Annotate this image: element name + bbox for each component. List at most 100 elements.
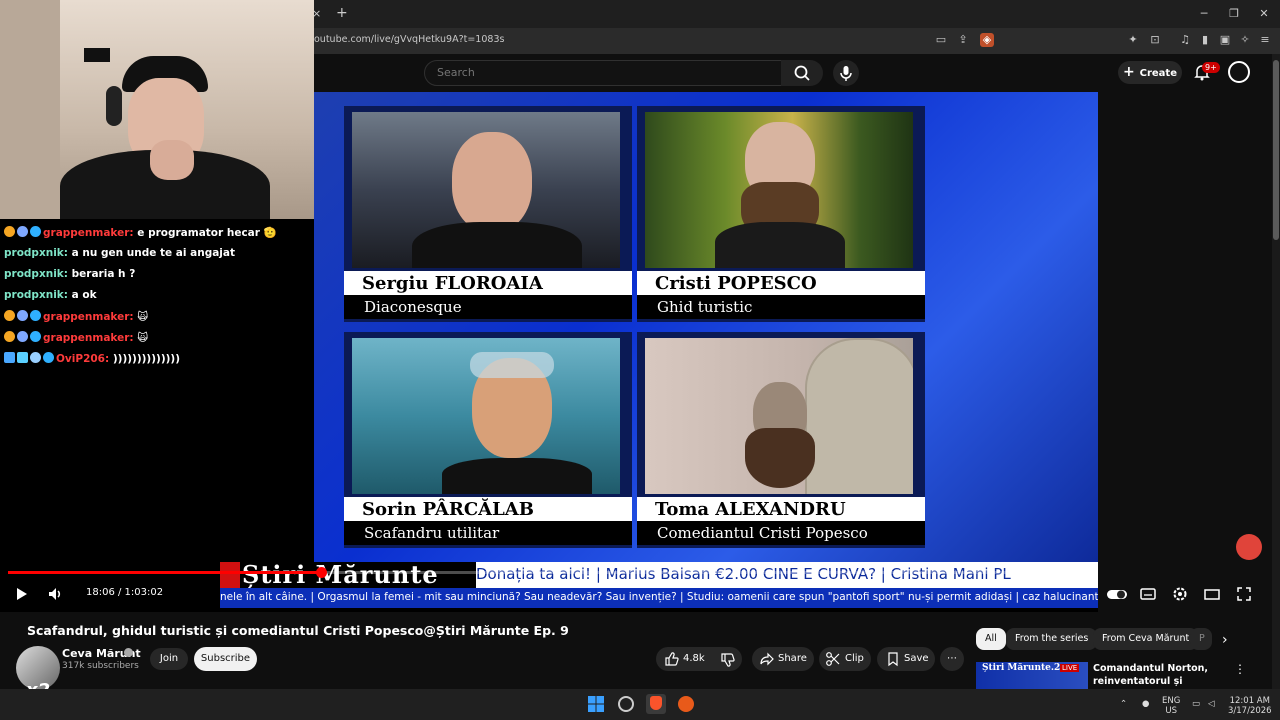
kebab-menu-icon[interactable]: ⋮: [1234, 662, 1246, 676]
search-button[interactable]: [781, 60, 823, 86]
ticker-donations-text: Donația ta aici! | Marius Baisan €2.00 C…: [476, 565, 1011, 583]
guest-name-bar-2: Cristi POPESCO: [637, 271, 925, 295]
ticker-brand-text: Știri Mărunte: [242, 562, 439, 588]
grid-badge-icon: [17, 352, 28, 363]
speaker-icon[interactable]: ◁: [1208, 699, 1215, 709]
news-ticker: Știri Mărunte Donația ta aici! | Marius …: [220, 562, 1098, 588]
chat-message-4: prodpxnik: a ok: [4, 289, 97, 301]
chat-username: prodpxnik:: [4, 247, 68, 259]
clip-button[interactable]: Clip: [819, 647, 871, 671]
more-actions-button[interactable]: ⋯: [940, 647, 964, 671]
maximize-icon[interactable]: ❐: [1226, 6, 1242, 22]
subscribe-button[interactable]: Subscribe: [194, 647, 257, 671]
share-page-icon[interactable]: ⇪: [956, 33, 970, 47]
fullscreen-button[interactable]: [1235, 585, 1253, 603]
close-window-icon[interactable]: ✕: [1256, 6, 1272, 22]
toggle-icon: [1107, 590, 1127, 599]
chat-text: 🙀: [137, 311, 149, 323]
obs-taskbar-icon[interactable]: [618, 696, 634, 712]
url-field[interactable]: outube.com/live/gVvqHetku9A?t=1083s: [314, 34, 504, 45]
overlay-logo-icon[interactable]: [1236, 534, 1262, 560]
dislike-button[interactable]: [712, 647, 742, 671]
screenshot-icon[interactable]: ⊡: [1148, 33, 1162, 47]
progress-scrubber[interactable]: [315, 567, 327, 578]
chat-username: prodpxnik:: [4, 289, 68, 301]
guest-name-bar-4: Toma ALEXANDRU: [637, 497, 925, 521]
brave-shield-icon[interactable]: ◈: [980, 33, 994, 47]
lang-code: ENG: [1162, 696, 1181, 706]
menu-icon[interactable]: ≡: [1258, 33, 1272, 47]
chip-from-series[interactable]: From the series: [1006, 628, 1098, 650]
guest-panel-3: Sorin PÂRCĂLAB Scafandru utilitar: [344, 332, 632, 548]
subtitles-button[interactable]: [1139, 585, 1157, 603]
play-button[interactable]: [12, 585, 30, 603]
chat-message-2: prodpxnik: a nu gen unde te ai angajat: [4, 247, 235, 259]
chat-message-5: grappenmaker: 🙀: [4, 310, 148, 323]
settings-button[interactable]: [1171, 585, 1189, 603]
region-code: US: [1165, 706, 1177, 716]
cast-icon[interactable]: ▭: [934, 33, 948, 47]
search-input[interactable]: [435, 65, 769, 80]
studio-background: Sergiu FLOROAIA Diaconesque Cristi POPES…: [314, 92, 1098, 562]
extensions-icon[interactable]: ✦: [1126, 33, 1140, 47]
chip-partial[interactable]: P: [1190, 628, 1212, 650]
minimize-icon[interactable]: ─: [1196, 6, 1212, 22]
video-title: Scafandrul, ghidul turistic și comediant…: [27, 623, 569, 638]
guest-role-bar-4: Comediantul Cristi Popesco: [637, 521, 925, 545]
guest-role-1: Diaconesque: [364, 298, 462, 316]
voice-search-button[interactable]: [833, 60, 859, 86]
account-avatar[interactable]: [1228, 61, 1250, 83]
thumbs-up-icon: [665, 652, 679, 666]
cube-badge-icon: [30, 331, 41, 342]
recommendation-thumbnail[interactable]: Știri Mărunte.2 LIVE: [976, 662, 1088, 690]
guest-role-2: Ghid turistic: [657, 298, 753, 316]
share-button[interactable]: Share: [752, 647, 814, 671]
sub-badge-icon: [4, 331, 15, 342]
like-count: 4.8k: [683, 653, 705, 664]
thumb-label: Știri Mărunte.2: [982, 663, 1061, 673]
new-tab-button[interactable]: +: [336, 5, 348, 21]
guest-role-4: Comediantul Cristi Popesco: [657, 524, 868, 542]
media-icon[interactable]: ♫: [1178, 33, 1192, 47]
guest-panel-1: Sergiu FLOROAIA Diaconesque: [344, 106, 632, 322]
chat-text: )))))))))))))): [112, 353, 181, 365]
chip-all[interactable]: All: [976, 628, 1006, 650]
gift-badge-icon: [17, 310, 28, 321]
share-label: Share: [778, 653, 807, 664]
leo-ai-icon[interactable]: ✧: [1238, 33, 1252, 47]
save-button[interactable]: Save: [877, 647, 935, 671]
clock[interactable]: 12:01 AM 3/17/2026: [1228, 696, 1272, 716]
notification-badge: 9+: [1202, 62, 1220, 73]
network-icon[interactable]: ▭: [1192, 699, 1200, 709]
ticker-brand-accent: [220, 562, 240, 588]
save-label: Save: [904, 653, 929, 664]
brave-taskbar-button[interactable]: [646, 694, 666, 714]
scrollbar-thumb[interactable]: [1273, 60, 1279, 240]
create-button[interactable]: + Create: [1118, 61, 1182, 84]
windows-taskbar: [0, 689, 1280, 720]
gear-icon: [1173, 587, 1187, 601]
tray-chevron-icon[interactable]: ⌃: [1120, 699, 1127, 709]
gift-badge-icon: [17, 331, 28, 342]
guest-video-1: [352, 112, 620, 268]
start-button[interactable]: [588, 696, 604, 712]
time-display: 18:06 / 1:03:02: [86, 587, 164, 598]
guest-video-4: [645, 338, 913, 494]
chevron-right-icon[interactable]: ›: [1222, 632, 1228, 648]
volume-button[interactable]: [46, 585, 64, 603]
thumbs-down-icon: [721, 653, 735, 667]
sidebar-icon[interactable]: ▮: [1198, 33, 1212, 47]
autoplay-toggle[interactable]: [1106, 585, 1128, 603]
join-button[interactable]: Join: [150, 648, 188, 670]
wallet-icon[interactable]: ▣: [1218, 33, 1232, 47]
progress-played: [8, 571, 321, 574]
guest-video-2: [645, 112, 913, 268]
guest-role-bar-3: Scafandru utilitar: [344, 521, 632, 545]
live-badge: LIVE: [1060, 664, 1080, 672]
app-taskbar-icon[interactable]: [678, 696, 694, 712]
chip-from-channel[interactable]: From Ceva Mărunt: [1093, 628, 1199, 650]
tray-mic-icon[interactable]: ●: [1142, 699, 1149, 709]
theater-mode-button[interactable]: [1203, 585, 1221, 603]
guest-role-bar-1: Diaconesque: [344, 295, 632, 319]
language-indicator[interactable]: ENG US: [1162, 696, 1180, 716]
